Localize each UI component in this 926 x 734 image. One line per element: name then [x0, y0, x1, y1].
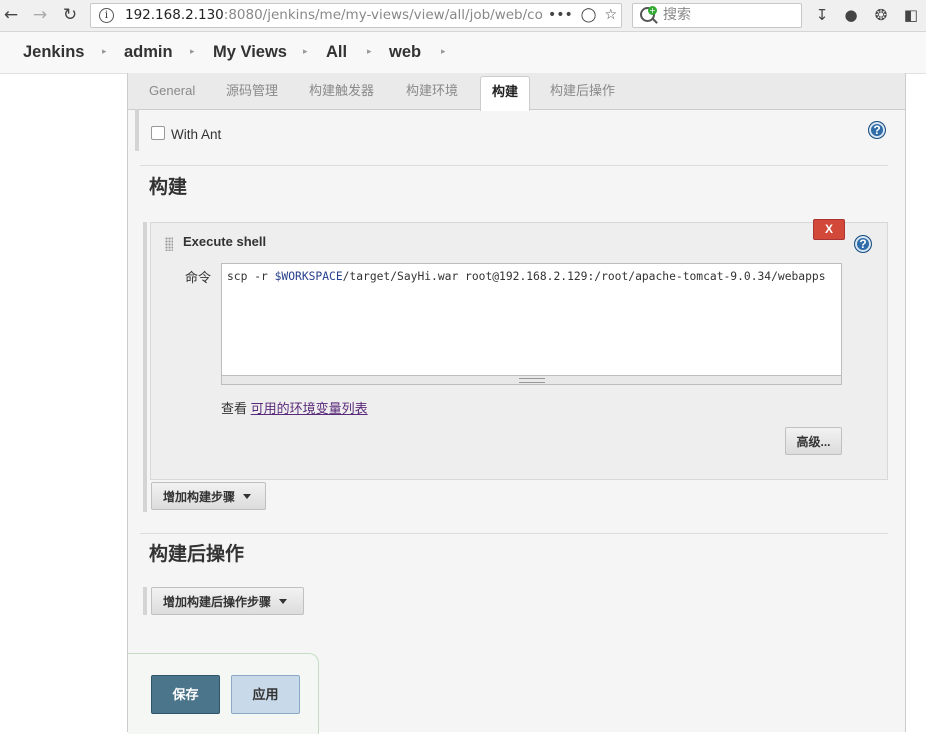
- tab-build-environment[interactable]: 构建环境: [406, 73, 458, 109]
- command-prefix: scp -r: [227, 270, 275, 283]
- divider: [140, 533, 888, 534]
- chevron-down-icon: [279, 598, 288, 604]
- advanced-button[interactable]: 高级...: [785, 427, 842, 455]
- drag-handle-icon[interactable]: [165, 237, 173, 251]
- breadcrumb-separator[interactable]: ▸: [102, 32, 107, 73]
- forward-icon[interactable]: →: [29, 4, 51, 26]
- breadcrumb-separator[interactable]: ▸: [441, 32, 446, 73]
- build-section-title: 构建: [149, 177, 188, 198]
- browser-toolbar: ← → ↻ i 192.168.2.130:8080/jenkins/me/my…: [0, 0, 926, 32]
- env-vars-link[interactable]: 可用的环境变量列表: [251, 401, 368, 416]
- breadcrumb-separator[interactable]: ▸: [190, 32, 195, 73]
- back-icon[interactable]: ←: [0, 4, 22, 26]
- divider: [140, 165, 888, 166]
- breadcrumb-jenkins[interactable]: Jenkins: [23, 32, 84, 73]
- breadcrumb: Jenkins ▸ admin ▸ My Views ▸ All ▸ web ▸: [0, 32, 926, 74]
- add-build-step-label: 增加构建步骤: [163, 489, 236, 504]
- tab-build[interactable]: 构建: [480, 76, 530, 111]
- command-textarea[interactable]: scp -r $WORKSPACE/target/SayHi.war root@…: [221, 263, 842, 376]
- info-icon[interactable]: i: [99, 8, 114, 23]
- section-left-bar: [135, 109, 139, 151]
- post-build-section-title: 构建后操作: [149, 544, 245, 565]
- save-button[interactable]: 保存: [151, 675, 220, 714]
- help-icon[interactable]: ?: [854, 235, 872, 253]
- textarea-resize-handle[interactable]: [221, 376, 842, 385]
- url-bar[interactable]: i 192.168.2.130:8080/jenkins/me/my-views…: [90, 3, 622, 28]
- form-actions-bar: 保存 应用: [128, 653, 319, 734]
- breadcrumb-separator[interactable]: ▸: [303, 32, 308, 73]
- command-variable: $WORKSPACE: [274, 270, 343, 283]
- command-suffix: /target/SayHi.war root@192.168.2.129:/ro…: [342, 270, 826, 283]
- more-icon[interactable]: •••: [548, 4, 573, 27]
- add-post-build-step-label: 增加构建后操作步骤: [163, 594, 272, 609]
- extension-icon[interactable]: ●: [841, 5, 861, 25]
- env-vars-prefix: 查看: [221, 401, 251, 416]
- tab-general[interactable]: General: [149, 73, 195, 109]
- delete-step-button[interactable]: X: [813, 219, 845, 240]
- close-window-icon[interactable]: ◧: [901, 5, 921, 25]
- command-label: 命令: [185, 270, 212, 285]
- with-ant-checkbox[interactable]: [151, 126, 165, 140]
- breadcrumb-my-views[interactable]: My Views: [213, 32, 287, 73]
- tab-bar: General 源码管理 构建触发器 构建环境 构建 构建后操作: [128, 73, 905, 111]
- reload-icon[interactable]: ↻: [59, 4, 81, 26]
- with-ant-label: With Ant: [171, 127, 222, 142]
- tab-post-build[interactable]: 构建后操作: [550, 73, 615, 109]
- chevron-down-icon: [243, 493, 252, 499]
- step-title: Execute shell: [183, 234, 267, 249]
- section-left-bar: [143, 587, 147, 615]
- url-host: 192.168.2.130: [125, 7, 224, 23]
- tab-build-triggers[interactable]: 构建触发器: [309, 73, 374, 109]
- search-placeholder: 搜索: [663, 7, 691, 23]
- add-search-engine-icon: +: [648, 6, 657, 15]
- section-left-bar: [143, 222, 147, 512]
- breadcrumb-web[interactable]: web: [389, 32, 421, 73]
- extension-icon-2[interactable]: ❂: [871, 5, 891, 25]
- env-vars-hint: 查看 可用的环境变量列表: [221, 398, 368, 417]
- search-input[interactable]: + 搜索: [632, 3, 802, 28]
- breadcrumb-separator[interactable]: ▸: [367, 32, 372, 73]
- url-path: :8080/jenkins/me/my-views/view/all/job/w…: [223, 7, 543, 23]
- breadcrumb-all[interactable]: All: [326, 32, 347, 73]
- pocket-icon[interactable]: ◯: [581, 4, 597, 27]
- apply-button[interactable]: 应用: [231, 675, 300, 714]
- add-build-step-button[interactable]: 增加构建步骤: [151, 482, 266, 510]
- help-icon[interactable]: ?: [868, 121, 886, 139]
- breadcrumb-admin[interactable]: admin: [124, 32, 173, 73]
- download-icon[interactable]: ↧: [812, 5, 832, 25]
- bookmark-star-icon[interactable]: ☆: [604, 4, 617, 27]
- tab-scm[interactable]: 源码管理: [226, 73, 278, 109]
- add-post-build-step-button[interactable]: 增加构建后操作步骤: [151, 587, 304, 615]
- config-panel: General 源码管理 构建触发器 构建环境 构建 构建后操作 With An…: [127, 73, 906, 734]
